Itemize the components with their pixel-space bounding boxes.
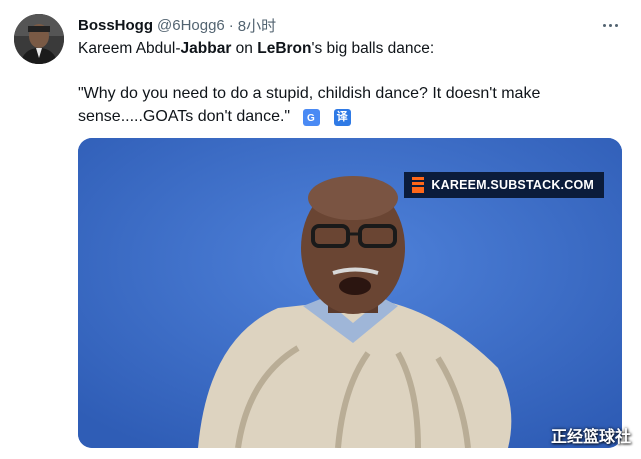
substack-icon [412,177,425,193]
translate-icon[interactable]: 译 [333,109,351,126]
svg-text:G: G [307,113,315,124]
separator-dot: · [228,16,234,34]
translate-icons: G 译 [302,109,351,126]
author-handle[interactable]: @6Hogg6 [157,17,225,34]
avatar[interactable] [14,14,64,64]
more-options-icon[interactable] [599,16,621,34]
bold-name-lebron: LeBron [257,40,312,57]
tweet-quote: "Why do you need to do a stupid, childis… [78,82,588,128]
watermark: 正经篮球社 [550,427,631,446]
video-player[interactable]: KAREEM.SUBSTACK.COM [78,138,622,448]
text-segment: Kareem Abdul- [78,40,181,57]
bold-name-jabbar: Jabbar [180,40,232,57]
tweet-text-intro: Kareem Abdul-Jabbar on LeBron's big ball… [78,40,434,58]
tweet-header: BossHogg @6Hogg6 · 8小时 [78,14,621,36]
author-name[interactable]: BossHogg [78,17,153,34]
substack-brand-banner: KAREEM.SUBSTACK.COM [404,172,604,198]
brand-text: KAREEM.SUBSTACK.COM [431,178,594,192]
google-translate-icon[interactable]: G [302,109,320,126]
text-segment: on [231,40,258,57]
tweet-timestamp[interactable]: 8小时 [238,15,276,36]
text-segment: 's big balls dance: [311,40,435,57]
